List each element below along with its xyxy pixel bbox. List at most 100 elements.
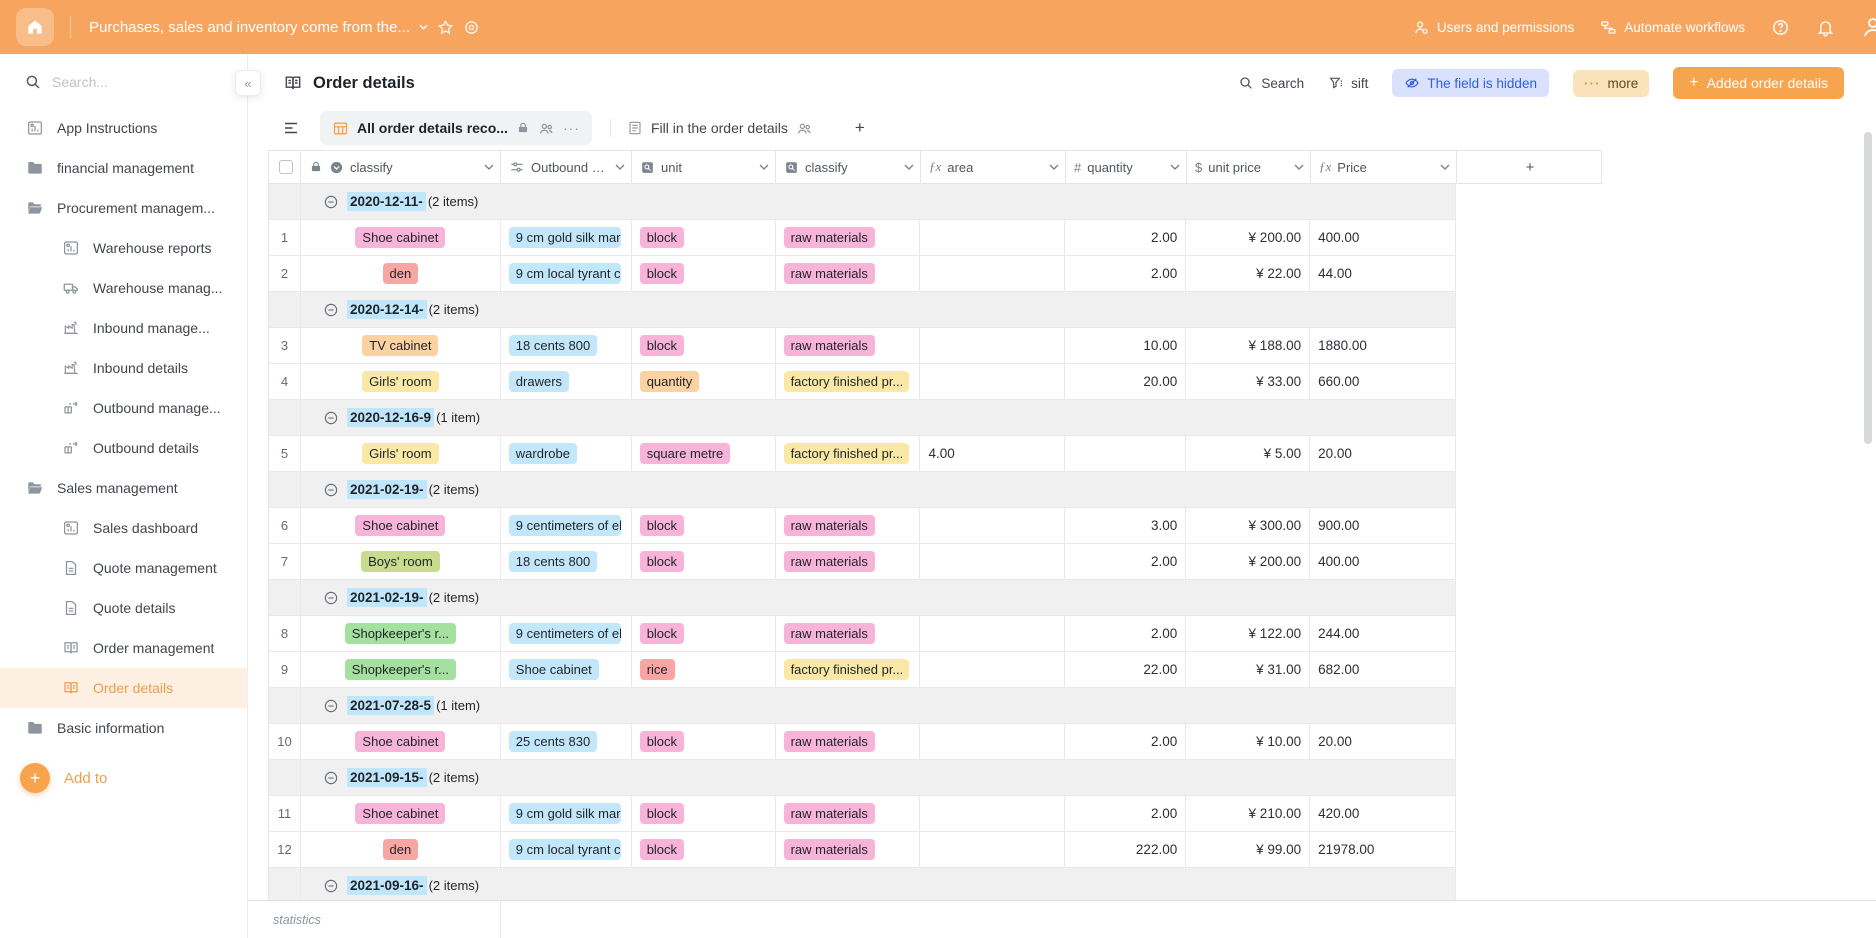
unit-cell[interactable]: block (632, 328, 776, 363)
chevron-down-icon[interactable] (615, 164, 625, 170)
sidebar-item-order-management[interactable]: Order management (0, 628, 247, 668)
collapse-group-button[interactable] (323, 410, 339, 426)
column-header-quantity[interactable]: #quantity (1066, 151, 1187, 183)
classify2-cell[interactable]: factory finished pr... (776, 436, 921, 471)
sidebar-item-quote-management[interactable]: Quote management (0, 548, 247, 588)
collapse-group-button[interactable] (323, 770, 339, 786)
vertical-scrollbar[interactable] (1864, 132, 1872, 444)
unit-cell[interactable]: block (632, 796, 776, 831)
unit-price-cell[interactable]: ¥ 300.00 (1186, 508, 1310, 543)
product-cell[interactable]: 9 centimeters of eleg (501, 508, 632, 543)
automate-workflows-menu[interactable]: Automate workflows (1600, 19, 1745, 36)
search-button[interactable]: Search (1238, 75, 1304, 91)
classify-cell[interactable]: Shopkeeper's r... (301, 616, 501, 651)
quantity-cell[interactable] (1065, 436, 1186, 471)
users-permissions-menu[interactable]: Users and permissions (1413, 19, 1574, 36)
quantity-cell[interactable]: 222.00 (1065, 832, 1186, 867)
price-cell[interactable]: 420.00 (1310, 796, 1456, 831)
add-field-button[interactable]: + (1457, 151, 1602, 183)
chevron-down-icon[interactable] (1049, 164, 1059, 170)
classify2-cell[interactable]: raw materials (776, 544, 921, 579)
unit-price-cell[interactable]: ¥ 200.00 (1186, 220, 1310, 255)
column-header-unit[interactable]: unit (632, 151, 776, 183)
column-header-outbound-pro[interactable]: Outbound pro... (501, 151, 632, 183)
chevron-down-icon[interactable] (1294, 164, 1304, 170)
area-cell[interactable]: 4.00 (920, 436, 1065, 471)
add-view-button[interactable]: + (855, 118, 865, 138)
quantity-cell[interactable]: 2.00 (1065, 256, 1186, 291)
unit-cell[interactable]: block (632, 544, 776, 579)
collapse-sidebar-button[interactable]: « (235, 70, 261, 96)
select-all-header[interactable] (269, 151, 301, 183)
badge-icon[interactable] (463, 19, 480, 36)
classify2-cell[interactable]: raw materials (776, 832, 921, 867)
area-cell[interactable] (920, 832, 1065, 867)
add-to-button[interactable]: + Add to (0, 758, 247, 798)
quantity-cell[interactable]: 20.00 (1065, 364, 1186, 399)
view-list-icon[interactable] (282, 119, 300, 137)
unit-price-cell[interactable]: ¥ 5.00 (1186, 436, 1310, 471)
workspace-title-menu[interactable]: Purchases, sales and inventory come from… (89, 19, 480, 36)
row-number-cell[interactable]: 4 (269, 364, 301, 399)
classify2-cell[interactable]: factory finished pr... (776, 364, 921, 399)
row-number-cell[interactable]: 3 (269, 328, 301, 363)
column-header-price[interactable]: ƒxPrice (1311, 151, 1457, 183)
area-cell[interactable] (920, 364, 1065, 399)
sidebar-item-basic-information[interactable]: Basic information (0, 708, 247, 748)
unit-cell[interactable]: square metre (632, 436, 776, 471)
classify-cell[interactable]: Shoe cabinet (301, 796, 501, 831)
sidebar-item-procurement-managem[interactable]: Procurement managem... (0, 188, 247, 228)
product-cell[interactable]: 9 cm gold silk marg (501, 796, 632, 831)
classify-cell[interactable]: Boys' room (301, 544, 501, 579)
area-cell[interactable] (920, 724, 1065, 759)
classify-cell[interactable]: Girls' room (301, 436, 501, 471)
avatar-icon[interactable] (1861, 15, 1876, 39)
collapse-group-button[interactable] (323, 302, 339, 318)
row-number-cell[interactable]: 7 (269, 544, 301, 579)
view-tab-grid[interactable]: All order details reco... ··· (320, 111, 592, 145)
classify-cell[interactable]: Girls' room (301, 364, 501, 399)
classify-cell[interactable]: Shopkeeper's r... (301, 652, 501, 687)
product-cell[interactable]: 9 centimeters of eleg (501, 616, 632, 651)
quantity-cell[interactable]: 2.00 (1065, 616, 1186, 651)
select-all-checkbox[interactable] (279, 160, 293, 174)
bell-icon[interactable] (1816, 18, 1835, 37)
classify-cell[interactable]: den (301, 256, 501, 291)
field-hidden-button[interactable]: The field is hidden (1392, 69, 1549, 97)
area-cell[interactable] (920, 544, 1065, 579)
unit-price-cell[interactable]: ¥ 200.00 (1186, 544, 1310, 579)
unit-cell[interactable]: block (632, 616, 776, 651)
add-record-button[interactable]: + Added order details (1673, 67, 1844, 99)
product-cell[interactable]: Shoe cabinet (501, 652, 632, 687)
price-cell[interactable]: 682.00 (1310, 652, 1456, 687)
area-cell[interactable] (920, 616, 1065, 651)
more-button[interactable]: ··· more (1573, 70, 1649, 97)
classify2-cell[interactable]: raw materials (776, 328, 921, 363)
product-cell[interactable]: wardrobe (501, 436, 632, 471)
unit-price-cell[interactable]: ¥ 10.00 (1186, 724, 1310, 759)
quantity-cell[interactable]: 3.00 (1065, 508, 1186, 543)
price-cell[interactable]: 400.00 (1310, 220, 1456, 255)
sidebar-item-inbound-manage[interactable]: Inbound manage... (0, 308, 247, 348)
star-icon[interactable] (437, 19, 454, 36)
price-cell[interactable]: 20.00 (1310, 724, 1456, 759)
sidebar-item-sales-dashboard[interactable]: Sales dashboard (0, 508, 247, 548)
statistics-label[interactable]: statistics (273, 913, 321, 927)
price-cell[interactable]: 1880.00 (1310, 328, 1456, 363)
sidebar-item-financial-management[interactable]: financial management (0, 148, 247, 188)
area-cell[interactable] (920, 220, 1065, 255)
collapse-group-button[interactable] (323, 698, 339, 714)
unit-price-cell[interactable]: ¥ 33.00 (1186, 364, 1310, 399)
help-icon[interactable] (1771, 18, 1790, 37)
product-cell[interactable]: drawers (501, 364, 632, 399)
chevron-down-icon[interactable] (484, 164, 494, 170)
row-number-cell[interactable]: 8 (269, 616, 301, 651)
price-cell[interactable]: 21978.00 (1310, 832, 1456, 867)
sift-button[interactable]: sift (1328, 75, 1368, 91)
classify2-cell[interactable]: raw materials (776, 724, 921, 759)
sidebar-item-order-details[interactable]: Order details (0, 668, 247, 708)
product-cell[interactable]: 18 cents 800 (501, 328, 632, 363)
area-cell[interactable] (920, 508, 1065, 543)
sidebar-search-input[interactable] (52, 74, 202, 90)
row-number-cell[interactable]: 10 (269, 724, 301, 759)
